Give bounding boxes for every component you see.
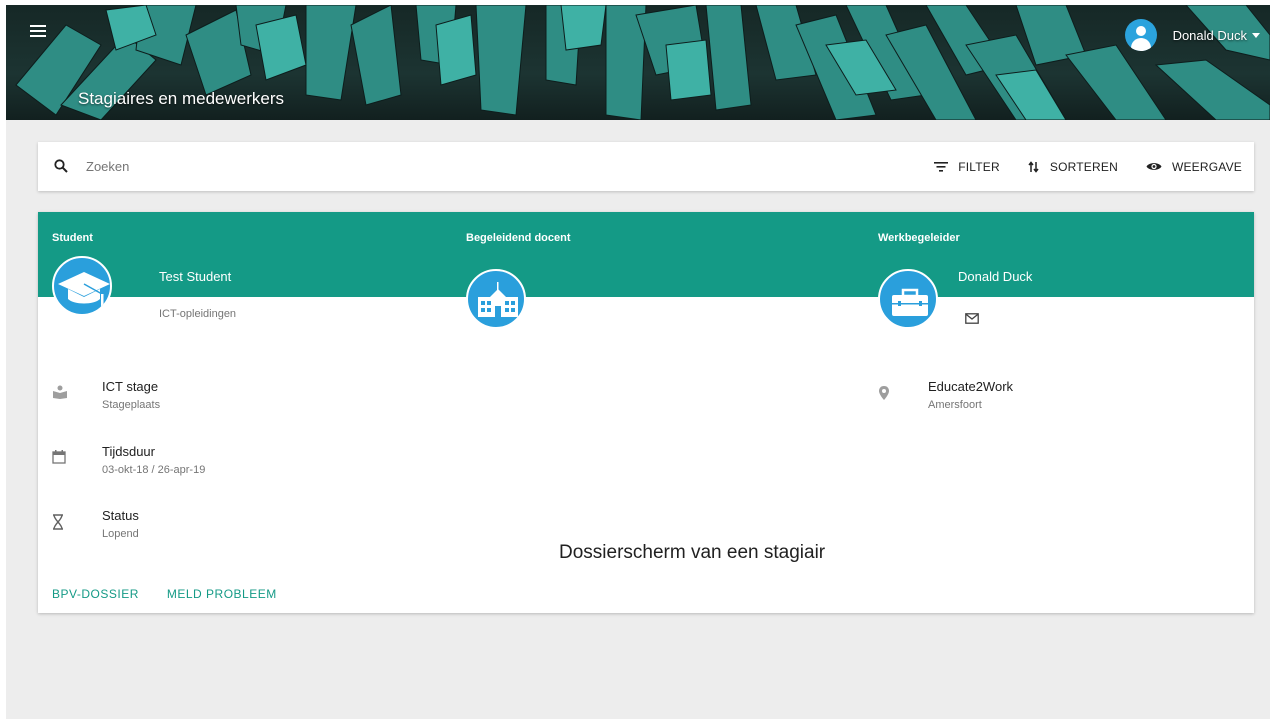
internship-card: Student Test Student ICT-opleidingen Beg…	[38, 212, 1254, 613]
detail-status-subtitle: Lopend	[102, 528, 139, 540]
user-menu[interactable]: Donald Duck	[1124, 19, 1260, 51]
card-actions: BPV-DOSSIER MELD PROBLEEM	[52, 587, 305, 601]
filter-icon	[934, 161, 949, 172]
student-program: ICT-opleidingen	[159, 308, 237, 320]
page-title: Stagiaires en medewerkers	[78, 89, 284, 108]
book-icon	[53, 385, 67, 399]
werkbegeleider-name[interactable]: Donald Duck	[958, 269, 1032, 284]
sort-label: SORTEREN	[1049, 159, 1118, 174]
detail-stage-subtitle: Stageplaats	[102, 399, 161, 411]
sort-button[interactable]: SORTEREN	[1028, 160, 1118, 174]
detail-company-title: Educate2Work	[928, 379, 1014, 394]
detail-status-title: Status	[102, 508, 139, 523]
user-name: Donald Duck	[1172, 27, 1247, 43]
view-label: WEERGAVE	[1171, 159, 1242, 174]
student-name[interactable]: Test Student	[159, 269, 231, 284]
location-icon	[879, 386, 889, 400]
eye-icon	[1146, 163, 1162, 170]
detail-stage-title: ICT stage	[102, 379, 159, 394]
werkbegeleider-column-label: Werkbegeleider	[878, 232, 960, 244]
search-icon	[54, 159, 68, 173]
school-building-icon	[466, 269, 526, 329]
bpv-dossier-button[interactable]: BPV-DOSSIER	[52, 587, 139, 601]
detail-duration-title: Tijdsduur	[102, 444, 155, 459]
view-button[interactable]: WEERGAVE	[1146, 160, 1242, 174]
search-toolbar: FILTER SORTEREN WEERGAVE	[38, 142, 1254, 191]
sort-icon	[1028, 160, 1039, 173]
card-header-band	[38, 212, 1254, 297]
avatar-icon	[1124, 19, 1157, 51]
report-problem-button[interactable]: MELD PROBLEEM	[167, 587, 277, 601]
calendar-icon	[52, 450, 66, 464]
briefcase-icon	[878, 269, 938, 329]
search-input[interactable]	[86, 156, 586, 176]
screen-caption: Dossierscherm van een stagiair	[559, 542, 826, 563]
app-window: Stagiaires en medewerkers Donald Duck FI…	[6, 5, 1270, 719]
detail-duration-subtitle: 03-okt-18 / 26-apr-19	[102, 464, 206, 476]
mail-icon[interactable]	[965, 313, 979, 324]
graduation-cap-icon	[52, 256, 112, 316]
student-column-label: Student	[52, 232, 93, 244]
header-banner: Stagiaires en medewerkers Donald Duck	[6, 5, 1270, 120]
detail-company-subtitle: Amersfoort	[928, 399, 982, 411]
menu-icon[interactable]	[30, 25, 46, 39]
docent-column-label: Begeleidend docent	[466, 232, 571, 244]
filter-button[interactable]: FILTER	[934, 160, 1000, 174]
hourglass-icon	[53, 514, 63, 530]
filter-label: FILTER	[958, 159, 1000, 174]
caret-down-icon	[1252, 32, 1260, 38]
